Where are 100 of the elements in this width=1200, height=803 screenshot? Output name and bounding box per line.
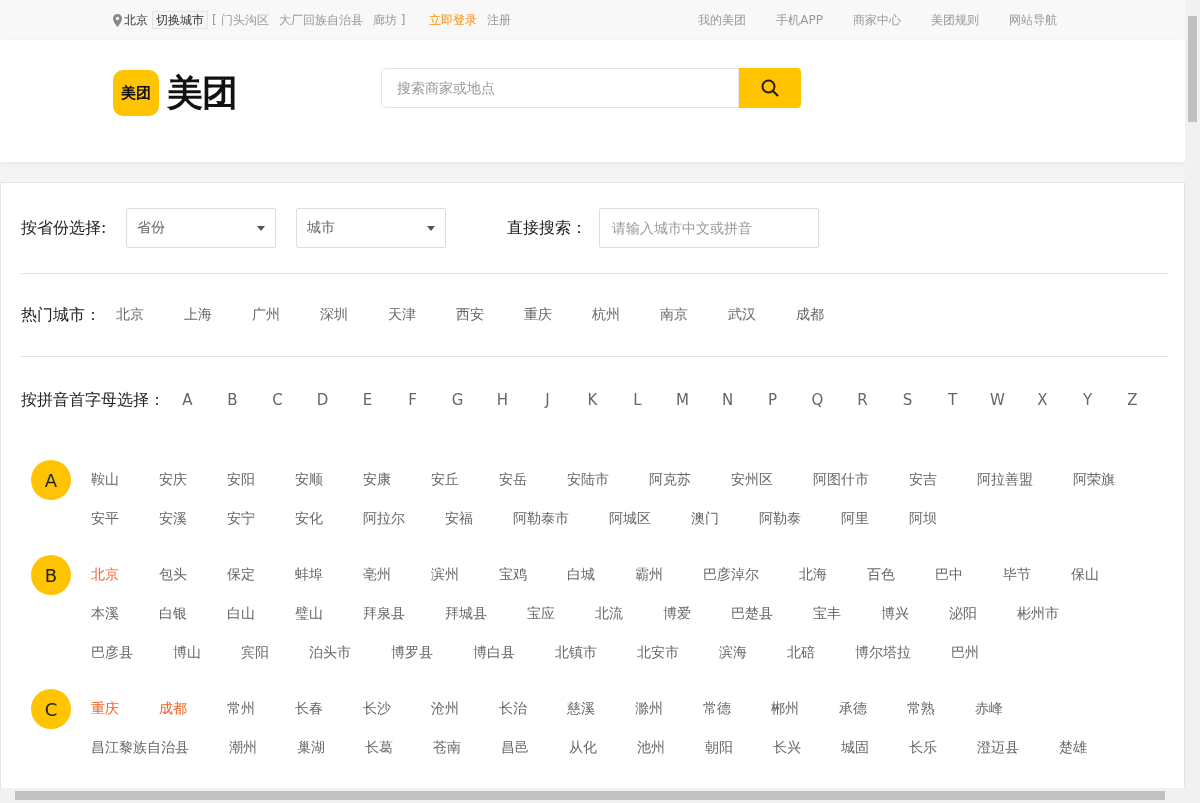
city-link[interactable]: 亳州 (363, 555, 391, 594)
city-link[interactable]: 博山 (173, 633, 201, 672)
city-link[interactable]: 安平 (91, 499, 119, 538)
city-link[interactable]: 从化 (569, 728, 597, 767)
city-link[interactable]: 阿拉尔 (363, 499, 405, 538)
letter-link[interactable]: Z (1110, 391, 1155, 409)
city-link[interactable]: 安宁 (227, 499, 255, 538)
city-link[interactable]: 长兴 (773, 728, 801, 767)
city-link[interactable]: 本溪 (91, 594, 119, 633)
hot-city-link[interactable]: 杭州 (592, 306, 620, 324)
city-link[interactable]: 赤峰 (975, 689, 1003, 728)
city-link[interactable]: 常德 (703, 689, 731, 728)
city-link[interactable]: 北流 (595, 594, 623, 633)
city-link[interactable]: 巴州 (951, 633, 979, 672)
city-link[interactable]: 重庆 (91, 689, 119, 728)
hot-city-link[interactable]: 北京 (116, 306, 144, 324)
city-link[interactable]: 宝丰 (813, 594, 841, 633)
city-link[interactable]: 泊头市 (309, 633, 351, 672)
city-link[interactable]: 安化 (295, 499, 323, 538)
city-link[interactable]: 安州区 (731, 460, 773, 499)
city-link[interactable]: 宾阳 (241, 633, 269, 672)
letter-link[interactable]: K (570, 391, 615, 409)
search-button[interactable] (739, 68, 801, 108)
letter-link[interactable]: A (165, 391, 210, 409)
hot-city-link[interactable]: 武汉 (728, 306, 756, 324)
letter-link[interactable]: P (750, 391, 795, 409)
city-link[interactable]: 白城 (567, 555, 595, 594)
city-link[interactable]: 阿勒泰市 (513, 499, 569, 538)
city-link[interactable]: 百色 (867, 555, 895, 594)
city-link[interactable]: 成都 (159, 689, 187, 728)
city-link[interactable]: 博罗县 (391, 633, 433, 672)
city-search-field[interactable]: 请输入城市中文或拼音 (599, 208, 820, 248)
letter-link[interactable]: F (390, 391, 435, 409)
city-link[interactable]: 阿坝 (909, 499, 937, 538)
province-select[interactable]: 省份 (126, 208, 277, 248)
city-link[interactable]: 包头 (159, 555, 187, 594)
city-link[interactable]: 安阳 (227, 460, 255, 499)
letter-link[interactable]: E (345, 391, 390, 409)
city-link[interactable]: 阿图什市 (813, 460, 869, 499)
letter-link[interactable]: J (525, 391, 570, 409)
hot-city-link[interactable]: 成都 (796, 306, 824, 324)
city-link[interactable]: 霸州 (635, 555, 663, 594)
city-link[interactable]: 巴彦县 (91, 633, 133, 672)
hot-city-link[interactable]: 南京 (660, 306, 688, 324)
city-link[interactable]: 常熟 (907, 689, 935, 728)
city-link[interactable]: 滨海 (719, 633, 747, 672)
letter-link[interactable]: Y (1065, 391, 1110, 409)
city-link[interactable]: 北海 (799, 555, 827, 594)
city-link[interactable]: 长葛 (365, 728, 393, 767)
city-link[interactable]: 阿拉善盟 (977, 460, 1033, 499)
city-link[interactable]: 蚌埠 (295, 555, 323, 594)
city-select[interactable]: 城市 (296, 208, 447, 248)
letter-link[interactable]: B (210, 391, 255, 409)
city-link[interactable]: 楚雄 (1059, 728, 1087, 767)
hot-city-link[interactable]: 广州 (252, 306, 280, 324)
city-link[interactable]: 宝应 (527, 594, 555, 633)
hot-city-link[interactable]: 深圳 (320, 306, 348, 324)
city-link[interactable]: 阿克苏 (649, 460, 691, 499)
city-link[interactable]: 保定 (227, 555, 255, 594)
letter-link[interactable]: L (615, 391, 660, 409)
city-link[interactable]: 阿荣旗 (1073, 460, 1115, 499)
city-link[interactable]: 长乐 (909, 728, 937, 767)
letter-link[interactable]: W (975, 391, 1020, 409)
letter-link[interactable]: X (1020, 391, 1065, 409)
logo-icon[interactable]: 美团 (113, 70, 159, 116)
city-link[interactable]: 宝鸡 (499, 555, 527, 594)
letter-link[interactable]: G (435, 391, 480, 409)
city-link[interactable]: 巢湖 (297, 728, 325, 767)
city-link[interactable]: 保山 (1071, 555, 1099, 594)
city-link[interactable]: 彬州市 (1017, 594, 1059, 633)
city-link[interactable]: 昌江黎族自治县 (91, 728, 189, 767)
city-link[interactable]: 璧山 (295, 594, 323, 633)
letter-link[interactable]: M (660, 391, 705, 409)
city-link[interactable]: 澳门 (691, 499, 719, 538)
city-link[interactable]: 安庆 (159, 460, 187, 499)
city-link[interactable]: 巴中 (935, 555, 963, 594)
city-link[interactable]: 阿城区 (609, 499, 651, 538)
city-link[interactable]: 泌阳 (949, 594, 977, 633)
city-link[interactable]: 长春 (295, 689, 323, 728)
city-link[interactable]: 巴楚县 (731, 594, 773, 633)
city-link[interactable]: 滁州 (635, 689, 663, 728)
city-link[interactable]: 承德 (839, 689, 867, 728)
city-link[interactable]: 巴彦淖尔 (703, 555, 759, 594)
hot-city-link[interactable]: 上海 (184, 306, 212, 324)
city-link[interactable]: 博爱 (663, 594, 691, 633)
letter-link[interactable]: C (255, 391, 300, 409)
city-link[interactable]: 安丘 (431, 460, 459, 499)
city-link[interactable]: 北碚 (787, 633, 815, 672)
city-link[interactable]: 北京 (91, 555, 119, 594)
city-link[interactable]: 澄迈县 (977, 728, 1019, 767)
city-link[interactable]: 长治 (499, 689, 527, 728)
search-field[interactable]: 搜索商家或地点 (381, 68, 739, 108)
city-link[interactable]: 城固 (841, 728, 869, 767)
city-link[interactable]: 博尔塔拉 (855, 633, 911, 672)
city-link[interactable]: 白银 (159, 594, 187, 633)
city-link[interactable]: 拜泉县 (363, 594, 405, 633)
city-link[interactable]: 长沙 (363, 689, 391, 728)
city-link[interactable]: 安顺 (295, 460, 323, 499)
letter-link[interactable]: R (840, 391, 885, 409)
letter-link[interactable]: D (300, 391, 345, 409)
